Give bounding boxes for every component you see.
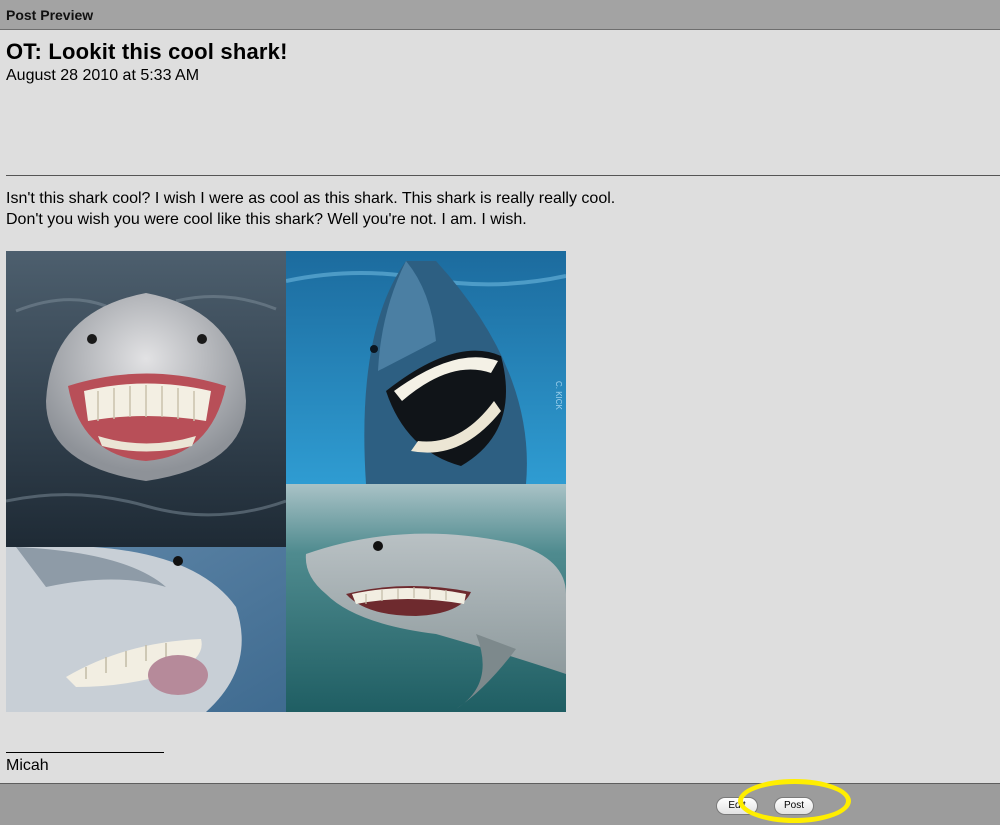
- post-body-line-2: Don't you wish you were cool like this s…: [6, 211, 527, 228]
- window-title: Post Preview: [6, 7, 94, 23]
- shark-photo-1: [6, 251, 286, 547]
- shark-photo-3: [6, 547, 286, 712]
- shark-collage-image: C. KICK: [6, 251, 566, 712]
- signature-name: Micah: [6, 757, 49, 774]
- svg-text:C. KICK: C. KICK: [554, 381, 563, 411]
- post-body-line-1: Isn't this shark cool? I wish I were as …: [6, 190, 616, 207]
- post-title: OT: Lookit this cool shark!: [6, 39, 288, 64]
- footer-bar: Edit Post: [0, 783, 1000, 825]
- post-button[interactable]: Post: [774, 797, 814, 815]
- header-divider: [6, 175, 1000, 176]
- window-titlebar: Post Preview: [0, 0, 1000, 30]
- shark-photo-4: [286, 484, 566, 712]
- post-date: August 28 2010 at 5:33 AM: [6, 67, 200, 84]
- post-body: Isn't this shark cool? I wish I were as …: [6, 188, 906, 230]
- signature-rule: [6, 752, 164, 753]
- edit-button[interactable]: Edit: [716, 797, 758, 815]
- shark-photo-2: C. KICK: [286, 251, 566, 484]
